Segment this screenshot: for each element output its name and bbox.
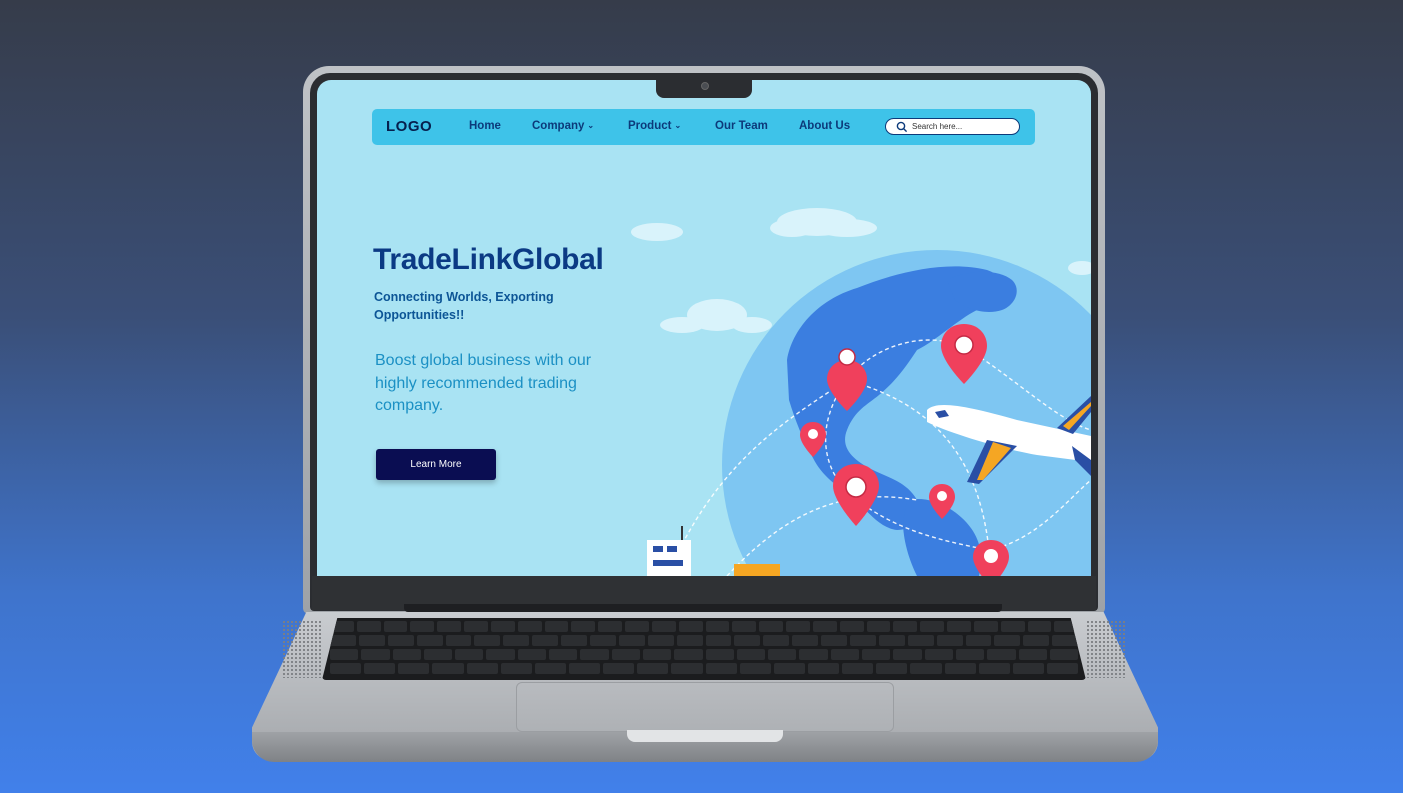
nav-home[interactable]: Home <box>469 120 501 132</box>
top-navbar: LOGO Home Company ⌄ Product ⌄ Our Team Abo… <box>372 109 1035 145</box>
search-icon[interactable] <box>896 121 908 133</box>
nav-product[interactable]: Product ⌄ <box>628 120 681 132</box>
site-logo[interactable]: LOGO <box>386 118 432 135</box>
search-input[interactable] <box>912 120 1012 132</box>
trackpad <box>516 682 894 732</box>
hero-description: Boost global business with our highly re… <box>375 352 592 414</box>
hero-title: TradeLinkGlobal <box>373 243 604 276</box>
hinge-shadow <box>404 604 1002 612</box>
nav-product-label: Product <box>628 120 672 132</box>
nav-company-label: Company <box>532 120 585 132</box>
hero-subtitle: Connecting Worlds, Exporting Opportuniti… <box>374 290 554 322</box>
keyboard <box>322 618 1086 680</box>
speaker-grille <box>282 620 322 678</box>
map-pin-icon <box>973 540 1009 576</box>
laptop-front-lip <box>627 730 783 742</box>
camera-icon <box>701 82 709 90</box>
nav-our-team[interactable]: Our Team <box>715 120 768 132</box>
chevron-down-icon: ⌄ <box>587 121 595 130</box>
chevron-down-icon: ⌄ <box>674 121 682 130</box>
learn-more-button[interactable]: Learn More <box>376 449 496 480</box>
nav-company[interactable]: Company ⌄ <box>532 120 594 132</box>
hero-illustration <box>631 208 1091 576</box>
speaker-grille <box>1086 620 1126 678</box>
nav-about-us[interactable]: About Us <box>799 120 850 132</box>
search-box <box>885 118 1020 135</box>
website-screen: LOGO Home Company ⌄ Product ⌄ Our Team Abo… <box>317 80 1091 576</box>
